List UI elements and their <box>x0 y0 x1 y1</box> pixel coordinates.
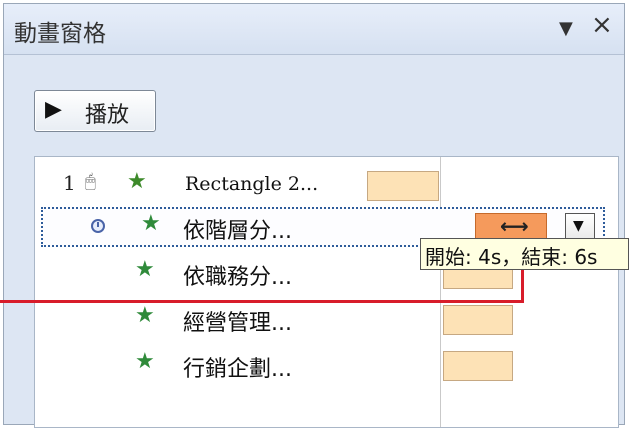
chevron-down-icon: ▼ <box>573 218 584 234</box>
timing-tooltip: 開始: 4s，結束: 6s <box>420 238 629 270</box>
timeline-bar[interactable] <box>367 171 439 201</box>
play-button-label: 播放 <box>85 103 130 128</box>
callout-line-vertical <box>521 270 524 303</box>
play-icon: ▶ <box>45 97 62 122</box>
animation-pane: 動畫窗格 ▼ × ▶ 播放 1 🖱 ★ Rectangle 2... ★ 依階層… <box>3 3 625 428</box>
callout-line-horizontal <box>0 300 524 303</box>
pane-title: 動畫窗格 <box>14 21 106 47</box>
play-button[interactable]: ▶ 播放 <box>34 90 156 132</box>
star-icon: ★ <box>135 349 155 374</box>
star-icon: ★ <box>127 169 147 194</box>
animation-item[interactable]: ★ 經營管理... <box>35 299 618 339</box>
animation-item[interactable]: 1 🖱 ★ Rectangle 2... <box>35 165 618 205</box>
pane-titlebar: 動畫窗格 ▼ × <box>4 4 624 55</box>
mouse-click-icon: 🖱 <box>85 171 96 192</box>
star-icon: ★ <box>141 211 161 236</box>
resize-horizontal-icon[interactable]: ⟷ <box>500 214 529 238</box>
animation-item[interactable]: ★ 行銷企劃... <box>35 345 618 385</box>
animation-list[interactable]: 1 🖱 ★ Rectangle 2... ★ 依階層分... ⟷ ▼ ★ 依職務… <box>34 156 619 428</box>
animation-number: 1 <box>63 171 76 195</box>
pane-close-icon[interactable]: × <box>591 12 613 38</box>
animation-label: 依階層分... <box>183 219 292 244</box>
animation-label: 行銷企劃... <box>183 357 292 382</box>
star-icon: ★ <box>135 257 155 282</box>
animation-label: 經營管理... <box>183 311 292 336</box>
star-icon: ★ <box>135 303 155 328</box>
timeline-bar[interactable] <box>443 305 513 335</box>
timeline-bar[interactable] <box>443 351 513 381</box>
animation-label: Rectangle 2... <box>185 173 319 195</box>
animation-label: 依職務分... <box>183 265 292 290</box>
clock-icon <box>91 219 105 233</box>
pane-options-dropdown-icon[interactable]: ▼ <box>559 18 573 39</box>
